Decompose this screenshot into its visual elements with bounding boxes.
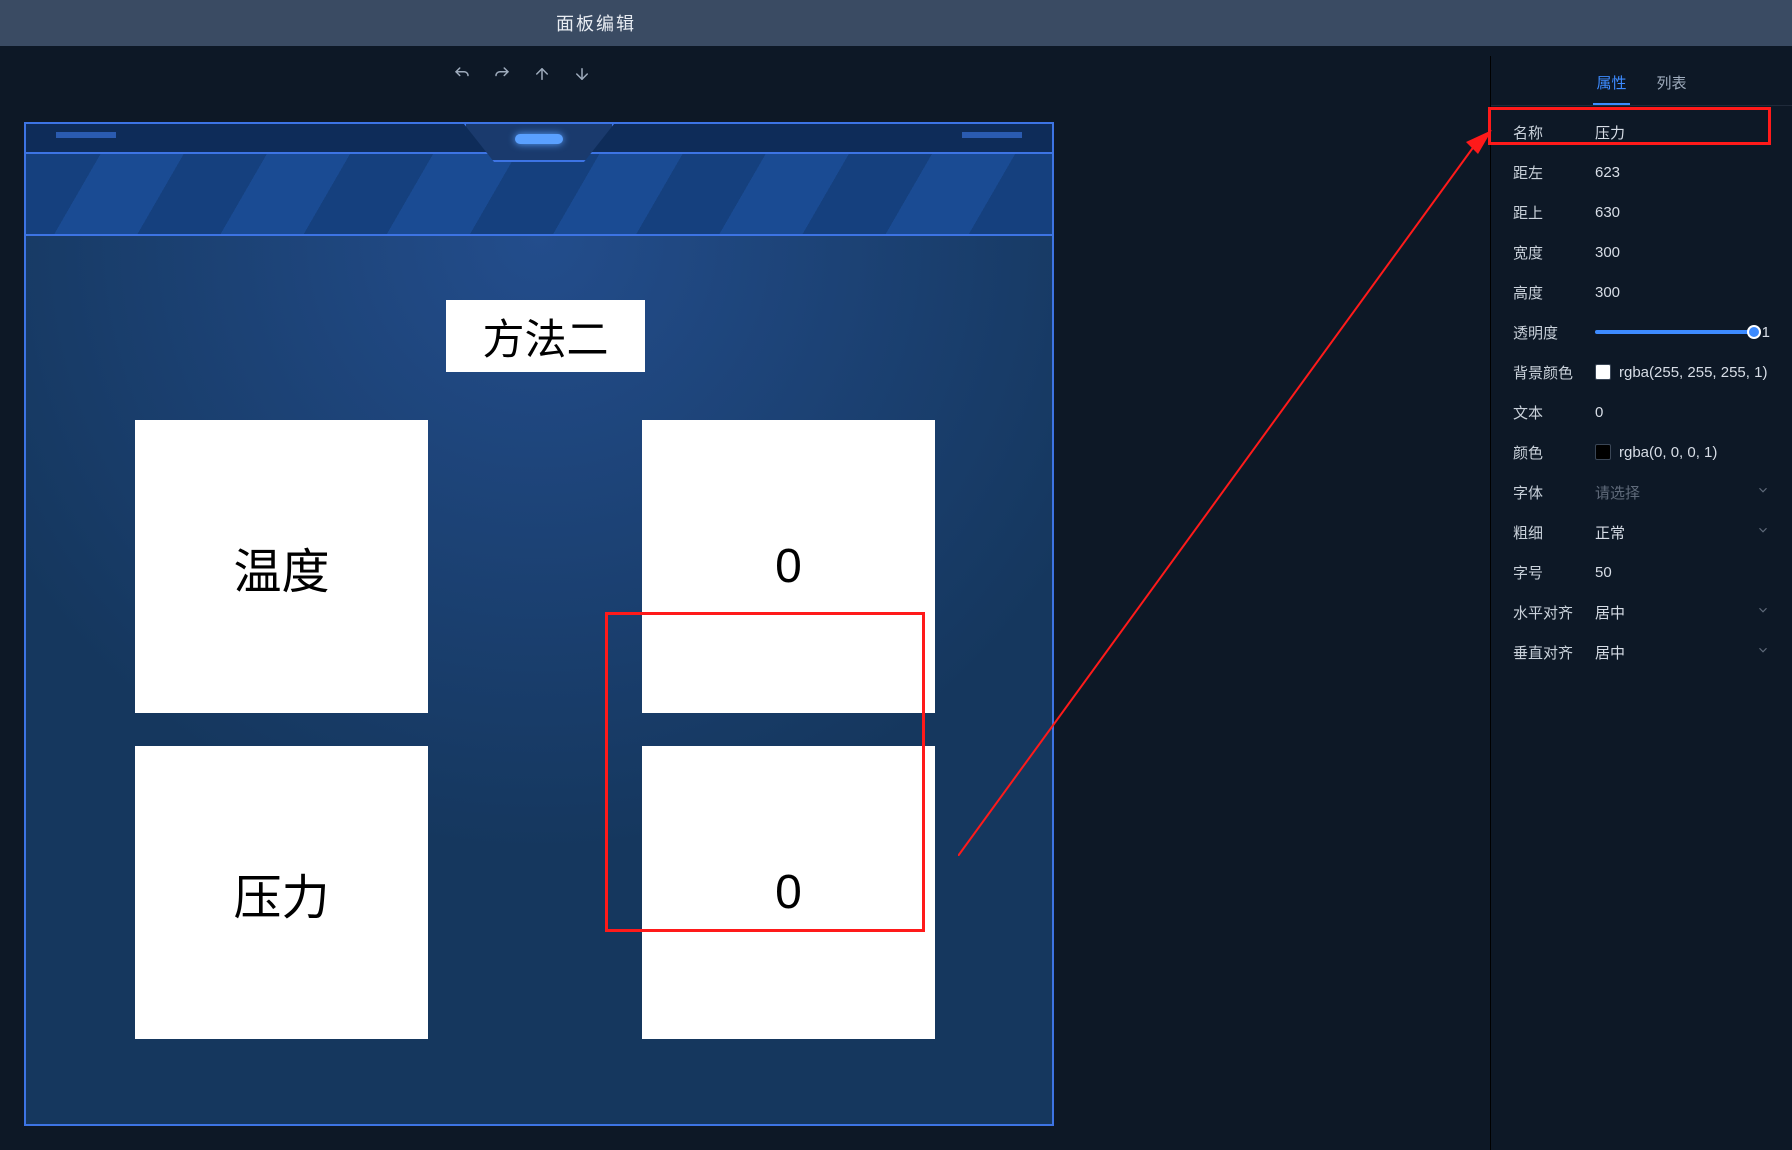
pressure-value-card[interactable]: 0 bbox=[642, 746, 935, 1039]
canvas-body: 方法二 温度 0 压力 0 bbox=[26, 236, 1052, 1124]
prop-halign[interactable]: 水平对齐 居中 bbox=[1491, 592, 1792, 632]
prop-name-label: 名称 bbox=[1513, 122, 1595, 143]
canvas-header-decoration bbox=[26, 124, 1052, 236]
prop-weight-label: 粗细 bbox=[1513, 522, 1595, 543]
prop-bgcolor[interactable]: 背景颜色 rgba(255, 255, 255, 1) bbox=[1491, 352, 1792, 392]
prop-text-label: 文本 bbox=[1513, 402, 1595, 423]
chevron-down-icon bbox=[1756, 523, 1770, 541]
panel-tabs: 属性 列表 bbox=[1491, 56, 1792, 106]
prop-opacity-value: 1 bbox=[1762, 324, 1770, 341]
tab-list[interactable]: 列表 bbox=[1654, 62, 1690, 105]
prop-top-label: 距上 bbox=[1513, 202, 1595, 223]
prop-name-value: 压力 bbox=[1595, 122, 1770, 143]
prop-bgcolor-label: 背景颜色 bbox=[1513, 362, 1595, 383]
app-title: 面板编辑 bbox=[556, 10, 636, 36]
prop-font-value: 请选择 bbox=[1595, 482, 1756, 503]
prop-text-value: 0 bbox=[1595, 404, 1770, 421]
move-down-button[interactable] bbox=[568, 60, 596, 88]
property-rows: 名称 压力 距左 623 距上 630 宽度 300 高度 300 透明度 1 … bbox=[1491, 106, 1792, 678]
properties-panel: 属性 列表 名称 压力 距左 623 距上 630 宽度 300 高度 300 … bbox=[1490, 56, 1792, 1150]
bgcolor-swatch[interactable] bbox=[1595, 364, 1611, 380]
prop-color-label: 颜色 bbox=[1513, 442, 1595, 463]
pressure-label-text: 压力 bbox=[233, 858, 329, 928]
temperature-value-text: 0 bbox=[775, 539, 802, 594]
chevron-down-icon bbox=[1756, 643, 1770, 661]
tab-properties[interactable]: 属性 bbox=[1593, 62, 1629, 105]
prop-color-value: rgba(0, 0, 0, 1) bbox=[1619, 444, 1717, 461]
chevron-down-icon bbox=[1756, 603, 1770, 621]
prop-name[interactable]: 名称 压力 bbox=[1491, 112, 1792, 152]
prop-text[interactable]: 文本 0 bbox=[1491, 392, 1792, 432]
temperature-label-card[interactable]: 温度 bbox=[135, 420, 428, 713]
prop-font-label: 字体 bbox=[1513, 482, 1595, 503]
prop-halign-value: 居中 bbox=[1595, 602, 1756, 623]
chevron-down-icon bbox=[1756, 483, 1770, 501]
pressure-label-card[interactable]: 压力 bbox=[135, 746, 428, 1039]
prop-fontsize-value: 50 bbox=[1595, 564, 1770, 581]
editor-canvas[interactable]: 方法二 温度 0 压力 0 bbox=[24, 122, 1054, 1126]
prop-left-value: 623 bbox=[1595, 164, 1770, 181]
prop-bgcolor-value: rgba(255, 255, 255, 1) bbox=[1619, 364, 1767, 381]
temperature-value-card[interactable]: 0 bbox=[642, 420, 935, 713]
prop-height[interactable]: 高度 300 bbox=[1491, 272, 1792, 312]
prop-weight-value: 正常 bbox=[1595, 522, 1756, 543]
prop-fontsize-label: 字号 bbox=[1513, 562, 1595, 583]
color-swatch[interactable] bbox=[1595, 444, 1611, 460]
pressure-value-text: 0 bbox=[775, 865, 802, 920]
move-up-button[interactable] bbox=[528, 60, 556, 88]
tab-list-label: 列表 bbox=[1657, 75, 1687, 92]
prop-opacity-slider[interactable]: 1 bbox=[1595, 324, 1770, 341]
prop-width-label: 宽度 bbox=[1513, 242, 1595, 263]
prop-valign-label: 垂直对齐 bbox=[1513, 642, 1595, 663]
prop-opacity[interactable]: 透明度 1 bbox=[1491, 312, 1792, 352]
title-bar: 面板编辑 bbox=[0, 0, 1792, 46]
prop-weight[interactable]: 粗细 正常 bbox=[1491, 512, 1792, 552]
redo-button[interactable] bbox=[488, 60, 516, 88]
prop-top-value: 630 bbox=[1595, 204, 1770, 221]
tab-properties-label: 属性 bbox=[1596, 75, 1626, 92]
temperature-label-text: 温度 bbox=[233, 532, 329, 602]
prop-fontsize[interactable]: 字号 50 bbox=[1491, 552, 1792, 592]
title-card[interactable]: 方法二 bbox=[446, 300, 645, 372]
prop-left[interactable]: 距左 623 bbox=[1491, 152, 1792, 192]
prop-valign[interactable]: 垂直对齐 居中 bbox=[1491, 632, 1792, 672]
prop-width[interactable]: 宽度 300 bbox=[1491, 232, 1792, 272]
prop-height-label: 高度 bbox=[1513, 282, 1595, 303]
prop-font[interactable]: 字体 请选择 bbox=[1491, 472, 1792, 512]
prop-halign-label: 水平对齐 bbox=[1513, 602, 1595, 623]
prop-width-value: 300 bbox=[1595, 244, 1770, 261]
prop-color[interactable]: 颜色 rgba(0, 0, 0, 1) bbox=[1491, 432, 1792, 472]
prop-height-value: 300 bbox=[1595, 284, 1770, 301]
prop-opacity-label: 透明度 bbox=[1513, 322, 1595, 343]
prop-left-label: 距左 bbox=[1513, 162, 1595, 183]
title-card-text: 方法二 bbox=[482, 306, 608, 367]
undo-button[interactable] bbox=[448, 60, 476, 88]
prop-valign-value: 居中 bbox=[1595, 642, 1756, 663]
prop-top[interactable]: 距上 630 bbox=[1491, 192, 1792, 232]
